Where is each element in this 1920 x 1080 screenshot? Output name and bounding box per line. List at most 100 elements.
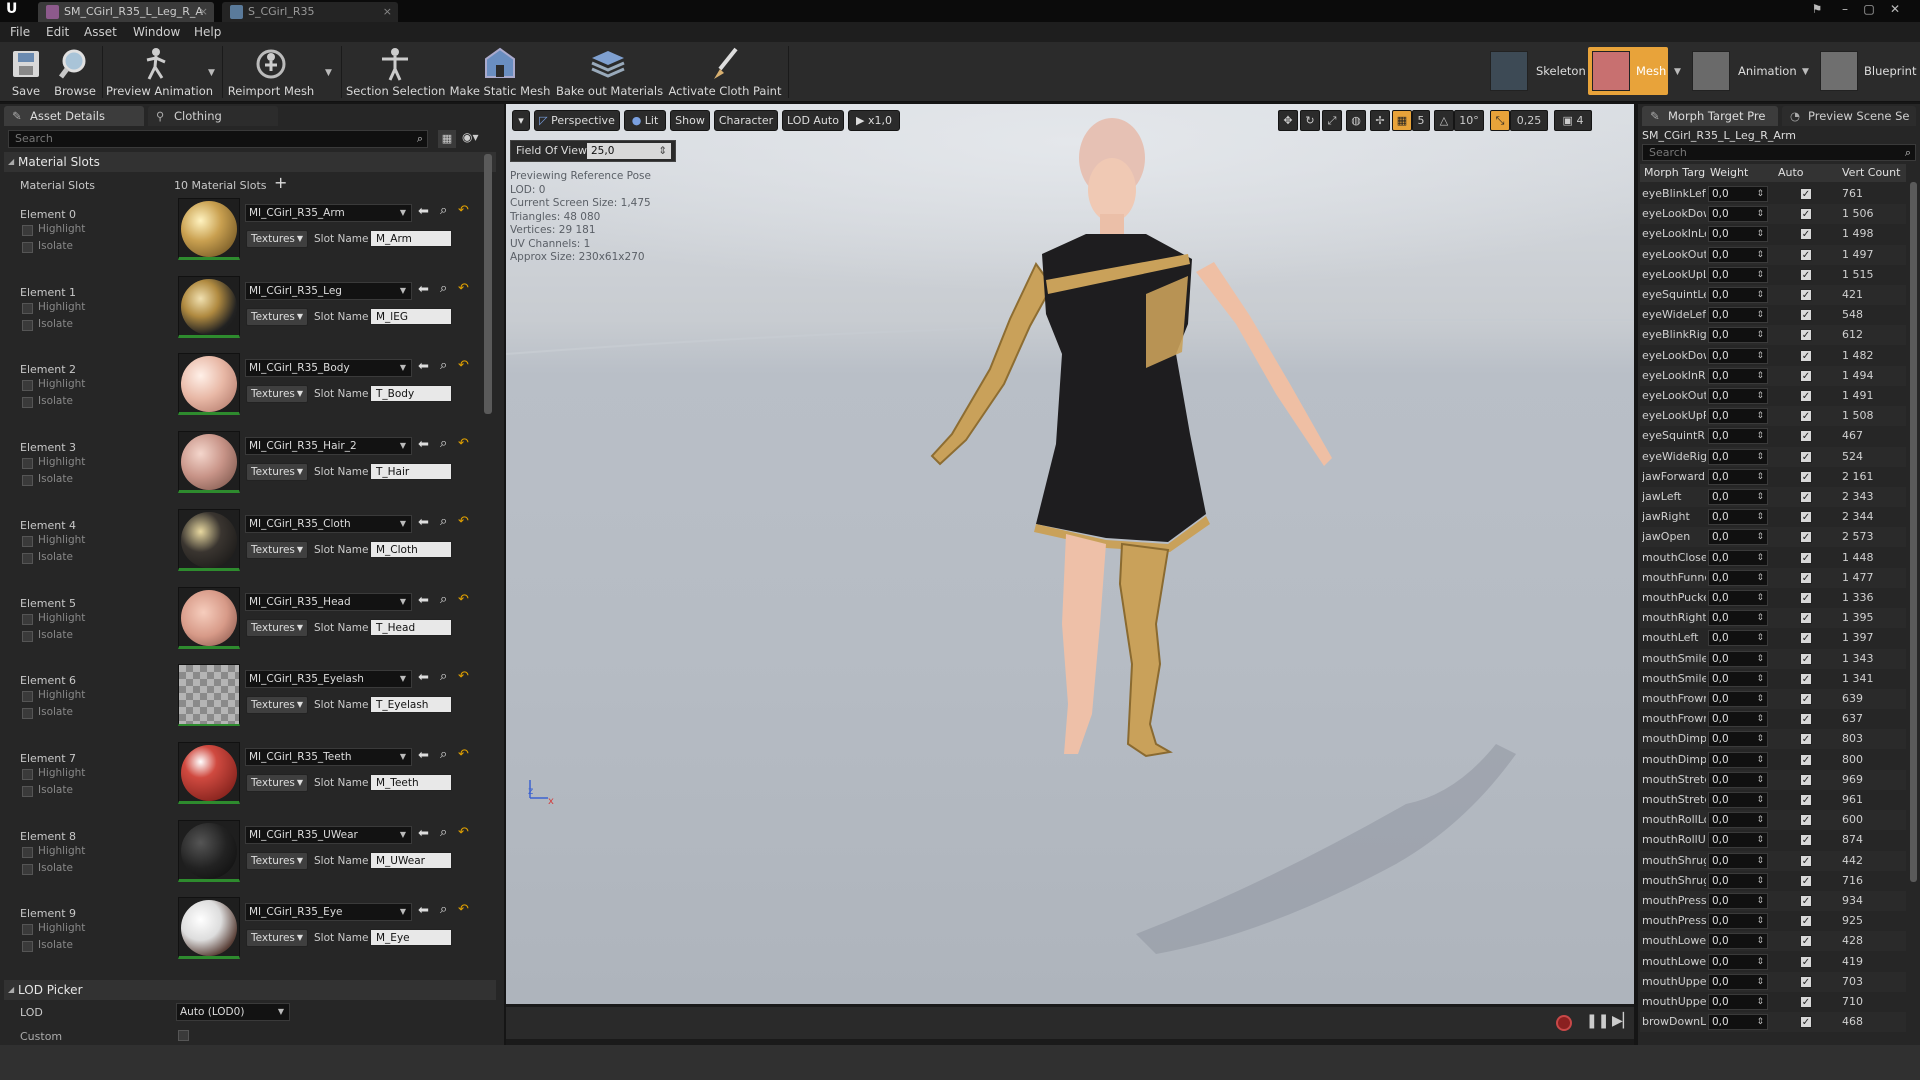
auto-checkbox[interactable]: ✓ [1800,632,1812,645]
save-button[interactable]: Save [4,42,48,102]
scale-snap-value[interactable]: 0,25 [1510,110,1548,131]
auto-checkbox[interactable]: ✓ [1800,390,1812,402]
material-thumbnail[interactable] [178,586,240,649]
use-selected-arrow-icon[interactable]: ⬅ [418,359,429,374]
material-select[interactable]: MI_CGirl_R35_Hair_2 ▼ [245,437,412,456]
morph-weight-input[interactable]: 0,0 ⇕ [1708,186,1768,202]
tab-asset-details[interactable]: ✎ Asset Details [4,106,144,126]
morph-weight-input[interactable]: 0,0 ⇕ [1708,731,1768,748]
morph-weight-input[interactable]: 0,0 ⇕ [1708,489,1768,505]
isolate-checkbox[interactable] [22,708,33,720]
reset-to-default-icon[interactable]: ↶ [458,825,469,840]
morph-weight-input[interactable]: 0,0 ⇕ [1708,751,1768,768]
details-search-input[interactable]: Search ⌕ [8,130,428,148]
auto-checkbox[interactable]: ✓ [1800,652,1812,665]
morph-weight-input[interactable]: 0,0 ⇕ [1708,893,1768,909]
morph-weight-input[interactable]: 0,0 ⇕ [1708,933,1768,950]
morph-weight-input[interactable]: 0,0 ⇕ [1708,913,1768,930]
custom-checkbox[interactable] [178,1030,189,1041]
highlight-checkbox[interactable] [22,924,33,936]
reset-to-default-icon[interactable]: ↶ [458,592,469,607]
reimport-mesh-button[interactable]: Reimport Mesh [226,42,316,102]
use-selected-arrow-icon[interactable]: ⬅ [418,826,429,841]
auto-checkbox[interactable]: ✓ [1800,915,1812,928]
isolate-checkbox[interactable] [22,319,33,331]
menu-asset[interactable]: Asset [84,22,117,42]
step-forward-icon[interactable]: ▶▏ [1612,1013,1634,1029]
morph-weight-input[interactable]: 0,0 ⇕ [1708,590,1768,606]
material-thumbnail[interactable] [178,198,240,260]
auto-checkbox[interactable]: ✓ [1800,450,1812,463]
morph-weight-input[interactable]: 0,0 ⇕ [1708,852,1768,869]
highlight-checkbox[interactable] [22,225,33,236]
slot-name-input[interactable]: M_Eye [370,929,452,947]
auto-checkbox[interactable]: ✓ [1800,854,1812,867]
pause-icon[interactable]: ❚❚ [1586,1013,1609,1029]
mode-skeleton-button[interactable]: Skeleton [1486,47,1586,95]
morph-weight-input[interactable]: 0,0 ⇕ [1708,812,1768,829]
auto-checkbox[interactable]: ✓ [1800,794,1812,806]
section-selection-button[interactable]: Section Selection [346,42,445,102]
material-select[interactable]: MI_CGirl_R35_Teeth ▼ [245,747,412,766]
use-selected-arrow-icon[interactable]: ⬅ [418,282,429,297]
material-select[interactable]: MI_CGirl_R35_Eye ▼ [245,903,412,922]
document-tab-mesh[interactable]: SM_CGirl_R35_L_Leg_R_A × [38,2,214,22]
auto-checkbox[interactable]: ✓ [1800,349,1812,362]
morph-weight-input[interactable]: 0,0 ⇕ [1708,347,1768,364]
lod-auto-button[interactable]: LOD Auto [782,110,844,131]
auto-checkbox[interactable]: ✓ [1800,228,1812,241]
textures-dropdown[interactable]: Textures ▼ [246,463,308,482]
notifications-icon[interactable]: ⚑ [1806,0,1828,18]
isolate-checkbox[interactable] [22,941,33,953]
auto-checkbox[interactable]: ✓ [1800,208,1812,221]
auto-checkbox[interactable]: ✓ [1800,188,1812,200]
mesh-dropdown-icon[interactable]: ▼ [1674,67,1681,77]
slot-name-input[interactable]: M_Teeth [370,773,452,791]
browse-magnifier-icon[interactable]: ⌕ [440,902,447,917]
morph-weight-input[interactable]: 0,0 ⇕ [1708,1014,1768,1031]
material-select[interactable]: MI_CGirl_R35_Cloth ▼ [245,514,412,533]
morph-weight-input[interactable]: 0,0 ⇕ [1708,670,1768,687]
bake-out-materials-button[interactable]: Bake out Materials [556,42,663,102]
tab-preview-scene[interactable]: ◔ Preview Scene Se [1782,106,1916,126]
morph-weight-input[interactable]: 0,0 ⇕ [1708,327,1768,344]
browse-magnifier-icon[interactable]: ⌕ [440,592,447,607]
highlight-checkbox[interactable] [22,302,33,314]
browse-magnifier-icon[interactable]: ⌕ [440,669,447,684]
use-selected-arrow-icon[interactable]: ⬅ [418,748,429,763]
reset-to-default-icon[interactable]: ↶ [458,203,469,218]
highlight-checkbox[interactable] [22,768,33,780]
browse-magnifier-icon[interactable]: ⌕ [440,281,447,296]
browse-magnifier-icon[interactable]: ⌕ [440,825,447,840]
world-local-icon[interactable]: ◍ [1346,110,1366,131]
reimport-dropdown-icon[interactable]: ▼ [325,68,332,78]
browse-magnifier-icon[interactable]: ⌕ [440,747,447,762]
highlight-checkbox[interactable] [22,458,33,470]
fov-value-input[interactable]: 25,0 ⇕ [587,143,671,159]
morph-weight-input[interactable]: 0,0 ⇕ [1708,226,1768,243]
auto-checkbox[interactable]: ✓ [1800,531,1812,544]
morph-weight-input[interactable]: 0,0 ⇕ [1708,408,1768,425]
browse-magnifier-icon[interactable]: ⌕ [440,358,447,373]
activate-cloth-paint-button[interactable]: Activate Cloth Paint [664,42,786,102]
highlight-checkbox[interactable] [22,691,33,703]
material-thumbnail[interactable] [178,664,240,727]
menu-file[interactable]: File [10,22,30,42]
textures-dropdown[interactable]: Textures ▼ [246,929,308,948]
details-scrollbar[interactable] [484,154,492,414]
morph-weight-input[interactable]: 0,0 ⇕ [1708,428,1768,445]
morph-weight-input[interactable]: 0,0 ⇕ [1708,266,1768,283]
material-thumbnail[interactable] [178,275,240,338]
reset-to-default-icon[interactable]: ↶ [458,669,469,684]
use-selected-arrow-icon[interactable]: ⬅ [418,437,429,452]
auto-checkbox[interactable]: ✓ [1800,693,1812,705]
morph-weight-input[interactable]: 0,0 ⇕ [1708,832,1768,849]
grid-view-icon[interactable]: ▦ [438,130,456,148]
auto-checkbox[interactable]: ✓ [1800,248,1812,261]
auto-checkbox[interactable]: ✓ [1800,773,1812,786]
slot-name-input[interactable]: M_lEG [370,307,452,325]
slot-name-input[interactable]: M_UWear [370,851,452,869]
material-thumbnail[interactable] [178,508,240,571]
angle-snap-icon[interactable]: △ [1434,110,1454,131]
preview-animation-button[interactable]: Preview Animation [106,42,213,102]
